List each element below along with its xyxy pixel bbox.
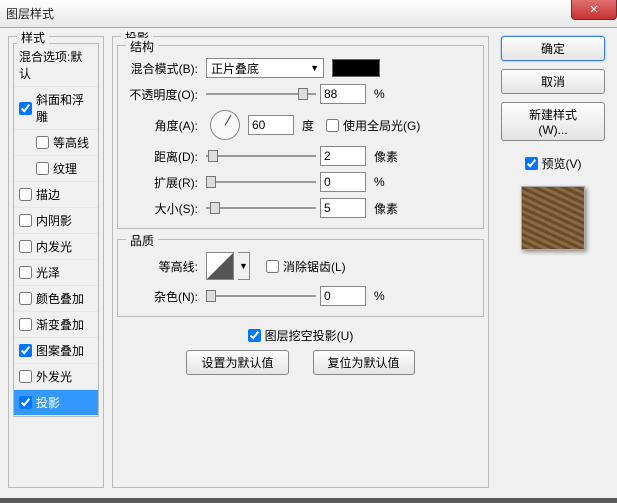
use-global-label: 使用全局光(G) (343, 117, 420, 134)
style-checkbox-1[interactable] (36, 136, 49, 149)
opacity-label: 不透明度(O): (122, 86, 202, 103)
right-panel: 确定 取消 新建样式(W)... 预览(V) (497, 36, 609, 490)
styles-legend: 样式 (17, 29, 49, 46)
shadow-panel: 投影 结构 混合模式(B): 正片叠底 不透明度(O): % (112, 36, 489, 490)
ok-button[interactable]: 确定 (501, 36, 605, 61)
styles-panel: 样式 混合选项:默认 斜面和浮雕等高线纹理描边内阴影内发光光泽颜色叠加渐变叠加图… (8, 36, 104, 490)
opacity-slider[interactable] (206, 86, 316, 102)
style-item-7[interactable]: 颜色叠加 (14, 286, 98, 312)
preview-checkbox[interactable] (525, 157, 538, 170)
preview-label: 预览(V) (542, 155, 582, 172)
blend-mode-label: 混合模式(B): (122, 60, 202, 77)
angle-input[interactable] (248, 115, 294, 135)
style-item-4[interactable]: 内阴影 (14, 208, 98, 234)
style-item-0[interactable]: 斜面和浮雕 (14, 87, 98, 130)
angle-dial[interactable] (210, 110, 240, 140)
style-label-7: 颜色叠加 (36, 290, 84, 307)
structure-legend: 结构 (126, 38, 158, 55)
style-checkbox-11[interactable] (19, 396, 32, 409)
style-label-10: 外发光 (36, 368, 72, 385)
contour-picker[interactable] (206, 252, 234, 280)
spread-input[interactable] (320, 172, 366, 192)
style-checkbox-3[interactable] (19, 188, 32, 201)
style-checkbox-8[interactable] (19, 318, 32, 331)
style-checkbox-10[interactable] (19, 370, 32, 383)
distance-slider[interactable] (206, 148, 316, 164)
knockout-checkbox[interactable] (248, 329, 261, 342)
style-checkbox-4[interactable] (19, 214, 32, 227)
use-global-light-checkbox[interactable] (326, 119, 339, 132)
spread-slider[interactable] (206, 174, 316, 190)
contour-label: 等高线: (122, 258, 202, 275)
contour-arrow[interactable]: ▼ (238, 252, 250, 280)
noise-slider[interactable] (206, 288, 316, 304)
style-item-11[interactable]: 投影 (14, 390, 98, 416)
style-item-1[interactable]: 等高线 (14, 130, 98, 156)
style-checkbox-5[interactable] (19, 240, 32, 253)
quality-legend: 品质 (126, 232, 158, 249)
style-label-3: 描边 (36, 186, 60, 203)
spread-label: 扩展(R): (122, 174, 202, 191)
reset-default-button[interactable]: 复位为默认值 (313, 350, 415, 375)
knockout-label: 图层挖空投影(U) (265, 327, 354, 344)
main-area: 样式 混合选项:默认 斜面和浮雕等高线纹理描边内阴影内发光光泽颜色叠加渐变叠加图… (0, 28, 617, 498)
make-default-button[interactable]: 设置为默认值 (186, 350, 288, 375)
window-title: 图层样式 (6, 5, 54, 22)
style-label-1: 等高线 (53, 134, 89, 151)
style-label-0: 斜面和浮雕 (36, 91, 93, 125)
antialias-label: 消除锯齿(L) (283, 258, 346, 275)
new-style-button[interactable]: 新建样式(W)... (501, 102, 605, 141)
style-label-9: 图案叠加 (36, 342, 84, 359)
style-label-5: 内发光 (36, 238, 72, 255)
style-checkbox-7[interactable] (19, 292, 32, 305)
size-input[interactable] (320, 198, 366, 218)
style-checkbox-2[interactable] (36, 162, 49, 175)
blend-options-item[interactable]: 混合选项:默认 (14, 44, 98, 87)
opacity-input[interactable] (320, 84, 366, 104)
style-item-9[interactable]: 图案叠加 (14, 338, 98, 364)
cancel-button[interactable]: 取消 (501, 69, 605, 94)
style-item-10[interactable]: 外发光 (14, 364, 98, 390)
size-label: 大小(S): (122, 200, 202, 217)
distance-input[interactable] (320, 146, 366, 166)
style-item-2[interactable]: 纹理 (14, 156, 98, 182)
style-item-6[interactable]: 光泽 (14, 260, 98, 286)
blend-mode-select[interactable]: 正片叠底 (206, 58, 324, 78)
style-label-4: 内阴影 (36, 212, 72, 229)
close-button[interactable]: ✕ (571, 0, 617, 20)
angle-label: 角度(A): (122, 117, 202, 134)
style-label-8: 渐变叠加 (36, 316, 84, 333)
preview-thumbnail (521, 186, 585, 250)
style-checkbox-0[interactable] (19, 102, 32, 115)
distance-label: 距离(D): (122, 148, 202, 165)
style-label-11: 投影 (36, 394, 60, 411)
style-item-5[interactable]: 内发光 (14, 234, 98, 260)
style-item-8[interactable]: 渐变叠加 (14, 312, 98, 338)
styles-list: 混合选项:默认 斜面和浮雕等高线纹理描边内阴影内发光光泽颜色叠加渐变叠加图案叠加… (13, 43, 99, 417)
antialias-checkbox[interactable] (266, 260, 279, 273)
style-checkbox-6[interactable] (19, 266, 32, 279)
noise-input[interactable] (320, 286, 366, 306)
title-bar: 图层样式 ✕ (0, 0, 617, 28)
noise-label: 杂色(N): (122, 288, 202, 305)
style-item-3[interactable]: 描边 (14, 182, 98, 208)
style-checkbox-9[interactable] (19, 344, 32, 357)
shadow-color-swatch[interactable] (332, 59, 380, 77)
style-label-6: 光泽 (36, 264, 60, 281)
size-slider[interactable] (206, 200, 316, 216)
style-label-2: 纹理 (53, 160, 77, 177)
